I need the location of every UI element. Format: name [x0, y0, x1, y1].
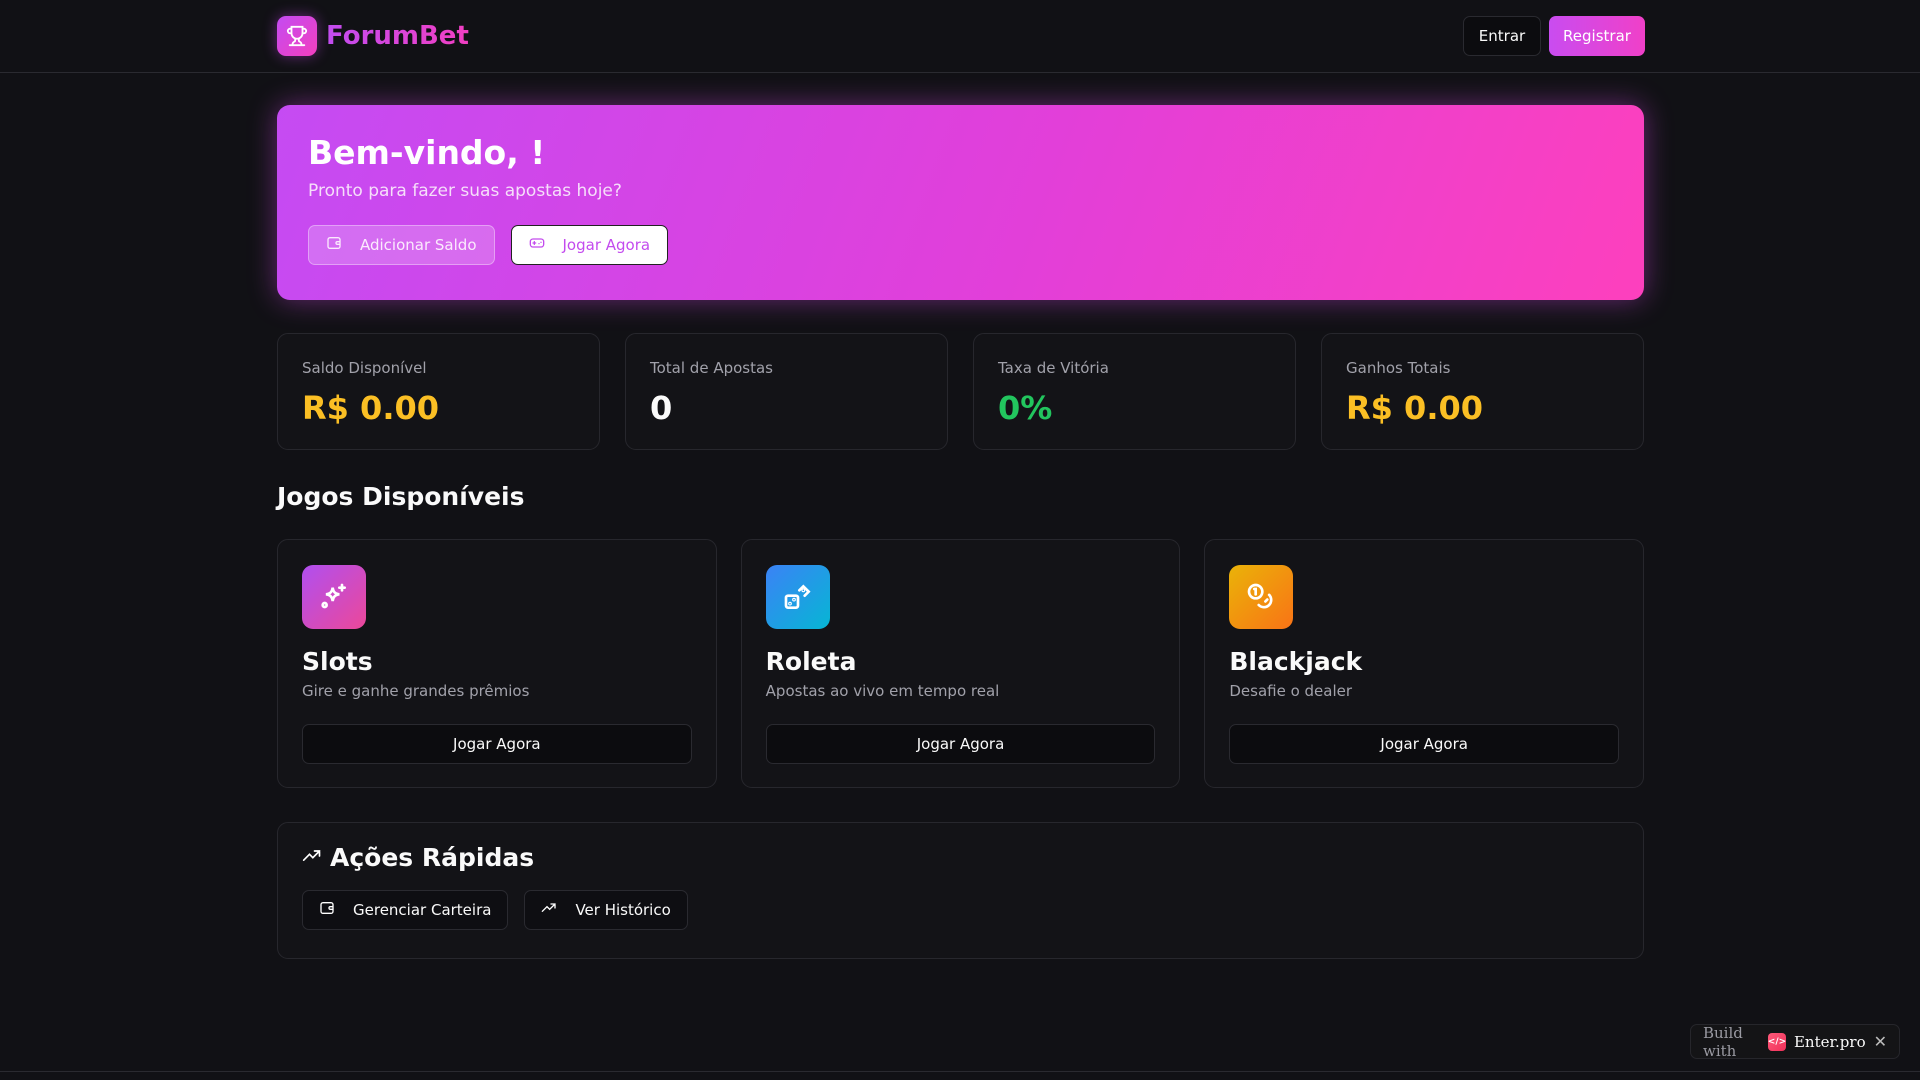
games-grid: Slots Gire e ganhe grandes prêmios Jogar…: [277, 539, 1645, 788]
stat-label: Ganhos Totais: [1346, 359, 1451, 377]
games-section-title: Jogos Disponíveis: [277, 482, 525, 511]
brand-name: ForumBet: [326, 21, 469, 51]
manage-wallet-button[interactable]: Gerenciar Carteira: [302, 890, 509, 930]
stat-label: Total de Apostas: [650, 359, 773, 377]
dice-icon: [765, 565, 830, 629]
game-description: Gire e ganhe grandes prêmios: [302, 682, 530, 700]
add-balance-label: Adicionar Saldo: [360, 236, 477, 254]
game-title: Roleta: [765, 647, 857, 676]
stat-card-total-winnings: Ganhos Totais R$ 0.00: [1321, 333, 1644, 450]
play-now-button[interactable]: Jogar Agora: [510, 225, 669, 265]
play-now-label: Jogar Agora: [562, 236, 651, 254]
stat-value: R$ 0.00: [1346, 389, 1483, 427]
sparkles-icon: [302, 565, 366, 629]
enter-pro-logo-icon: </>: [1768, 1032, 1786, 1051]
game-description: Apostas ao vivo em tempo real: [765, 682, 1000, 700]
play-slots-button[interactable]: Jogar Agora: [302, 724, 692, 764]
game-description: Desafie o dealer: [1229, 682, 1353, 700]
brand-logo[interactable]: ForumBet: [277, 16, 469, 56]
stat-label: Saldo Disponível: [302, 359, 427, 377]
stat-value: 0%: [998, 389, 1053, 427]
quick-actions-panel: Ações Rápidas Gerenciar Carteira Ver His…: [277, 822, 1644, 959]
game-card-roulette: Roleta Apostas ao vivo em tempo real Jog…: [740, 539, 1181, 788]
stat-value: 0: [650, 389, 673, 427]
stat-label: Taxa de Vitória: [998, 359, 1109, 377]
top-header: ForumBet Entrar Registrar: [0, 0, 1920, 73]
trending-up-icon: [302, 843, 322, 872]
game-card-slots: Slots Gire e ganhe grandes prêmios Jogar…: [277, 539, 717, 788]
coins-icon: [1229, 565, 1294, 629]
close-icon[interactable]: ✕: [1874, 1032, 1887, 1051]
play-blackjack-button[interactable]: Jogar Agora: [1229, 724, 1620, 764]
quick-actions-title: Ações Rápidas: [330, 843, 535, 872]
view-history-label: Ver Histórico: [575, 901, 671, 919]
stat-card-balance: Saldo Disponível R$ 0.00: [277, 333, 600, 450]
wallet-icon: [326, 235, 342, 255]
welcome-subtitle: Pronto para fazer suas apostas hoje?: [308, 181, 622, 201]
register-button[interactable]: Registrar: [1549, 16, 1645, 56]
view-history-button[interactable]: Ver Histórico: [524, 890, 688, 930]
login-button[interactable]: Entrar: [1463, 16, 1541, 56]
play-roulette-button[interactable]: Jogar Agora: [765, 724, 1156, 764]
add-balance-button[interactable]: Adicionar Saldo: [308, 225, 495, 265]
game-card-blackjack: Blackjack Desafie o dealer Jogar Agora: [1204, 539, 1645, 788]
manage-wallet-label: Gerenciar Carteira: [353, 901, 492, 919]
stat-card-total-bets: Total de Apostas 0: [625, 333, 948, 450]
badge-name: Enter.pro: [1793, 1032, 1866, 1051]
stats-row: Saldo Disponível R$ 0.00 Total de Apostas…: [277, 333, 1644, 450]
gamepad-icon: [529, 235, 545, 255]
stat-value: R$ 0.00: [302, 389, 439, 427]
wallet-icon: [319, 900, 335, 920]
build-with-badge[interactable]: Build with </> Enter.pro ✕: [1690, 1023, 1900, 1060]
welcome-hero: Bem-vindo, ! Pronto para fazer suas apos…: [277, 105, 1644, 300]
welcome-title: Bem-vindo, !: [308, 133, 546, 172]
game-title: Slots: [302, 647, 373, 676]
game-title: Blackjack: [1229, 647, 1363, 676]
bottom-divider: [0, 1071, 1920, 1072]
trophy-icon: [277, 16, 317, 56]
badge-prefix: Build with: [1703, 1023, 1743, 1060]
stat-card-win-rate: Taxa de Vitória 0%: [973, 333, 1296, 450]
trending-up-icon: [541, 900, 557, 920]
